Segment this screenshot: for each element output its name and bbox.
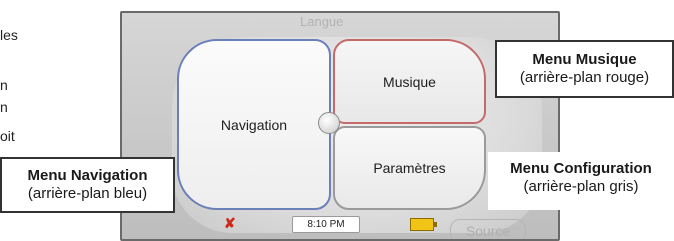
callout-navigation-title: Menu Navigation <box>27 167 148 184</box>
callout-configuration-subtitle: (arrière-plan gris) <box>523 178 639 195</box>
status-bar: ✘ 8:10 PM <box>206 215 476 233</box>
callout-navigation: Menu Navigation (arrière-plan bleu) <box>0 157 175 213</box>
callout-music-subtitle: (arrière-plan rouge) <box>519 69 650 86</box>
ghost-language-label: Langue <box>300 14 344 29</box>
text-fragment: les <box>0 27 18 43</box>
navigation-menu-button[interactable]: Navigation <box>177 39 331 210</box>
no-signal-icon: ✘ <box>224 215 236 231</box>
callout-music: Menu Musique (arrière-plan rouge) <box>495 40 674 98</box>
music-label: Musique <box>383 73 436 90</box>
text-fragment: n <box>0 99 8 115</box>
text-fragment: oit <box>0 128 15 144</box>
navigation-label: Navigation <box>220 116 288 133</box>
text-fragment: n <box>0 77 8 93</box>
callout-navigation-subtitle: (arrière-plan bleu) <box>27 185 148 202</box>
music-menu-button[interactable]: Musique <box>333 39 486 124</box>
center-knob <box>318 112 340 134</box>
callout-configuration-title: Menu Configuration <box>510 160 652 177</box>
battery-icon <box>410 218 437 231</box>
settings-menu-button[interactable]: Paramètres <box>333 126 486 210</box>
callout-configuration: Menu Configuration (arrière-plan gris) <box>488 152 674 210</box>
callout-music-title: Menu Musique <box>532 51 637 68</box>
settings-label: Paramètres <box>373 160 446 176</box>
clock-display: 8:10 PM <box>292 216 360 233</box>
